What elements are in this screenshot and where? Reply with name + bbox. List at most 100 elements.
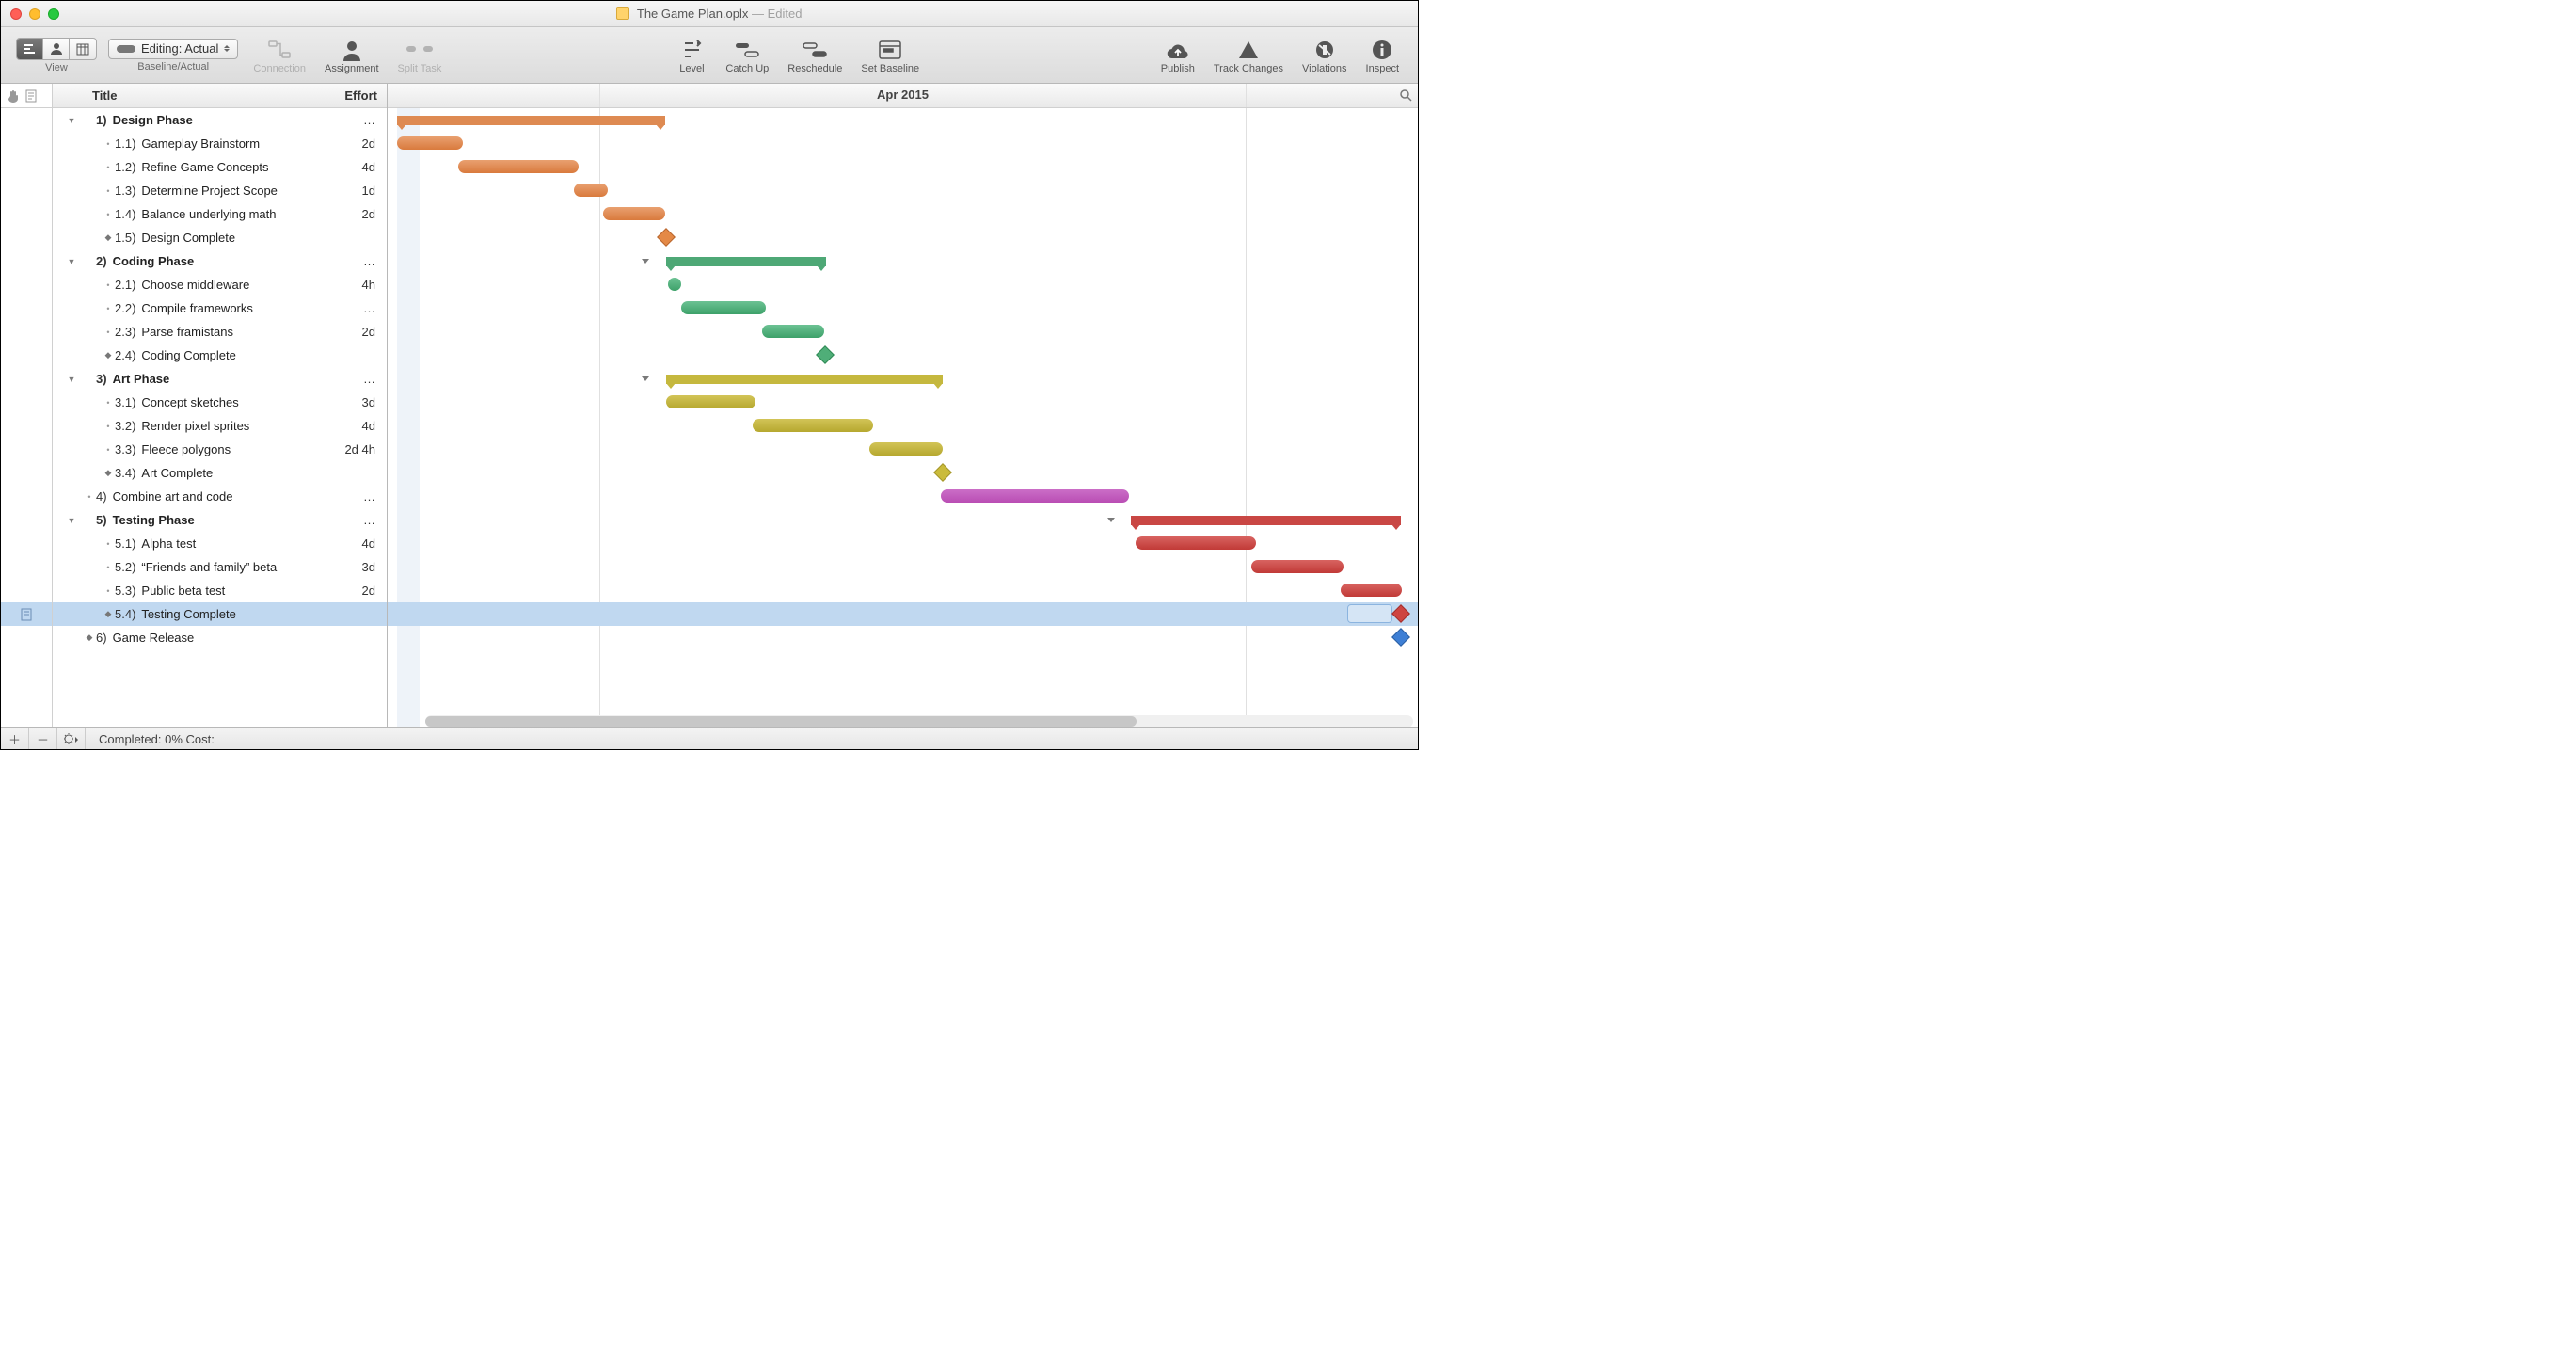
outline-row[interactable]: •2.2)Compile frameworks… [53, 296, 387, 320]
outline-row[interactable]: ▼5)Testing Phase… [53, 508, 387, 532]
row-title[interactable]: Parse framistans [141, 325, 330, 339]
row-effort[interactable]: … [330, 489, 387, 504]
row-title[interactable]: Game Release [113, 631, 330, 645]
row-effort[interactable]: … [330, 301, 387, 315]
outline-row[interactable]: ▼1)Design Phase… [53, 108, 387, 132]
row-effort[interactable]: 2d [330, 136, 387, 151]
connection-button[interactable]: Connection [253, 37, 306, 74]
task-dot[interactable] [668, 278, 681, 291]
outline-row[interactable]: •5.3)Public beta test2d [53, 579, 387, 602]
add-button[interactable]: ＋ [1, 728, 29, 749]
row-effort[interactable]: … [330, 513, 387, 527]
task-bar[interactable] [762, 325, 824, 338]
row-title[interactable]: Testing Phase [113, 513, 330, 527]
note-icon[interactable] [21, 608, 32, 621]
outline-row[interactable]: •3.3)Fleece polygons2d 4h [53, 438, 387, 461]
outline-row[interactable]: ▼2)Coding Phase… [53, 249, 387, 273]
outline-row[interactable]: •1.3)Determine Project Scope1d [53, 179, 387, 202]
row-title[interactable]: Art Complete [141, 466, 330, 480]
remove-button[interactable]: － [29, 728, 57, 749]
reschedule-button[interactable]: Reschedule [787, 37, 842, 74]
row-effort[interactable]: 4d [330, 536, 387, 551]
disclosure-triangle-icon[interactable]: ▼ [60, 116, 83, 125]
gantt-row[interactable] [388, 249, 1418, 273]
task-bar[interactable] [1251, 560, 1344, 573]
view-gantt-icon[interactable] [17, 39, 43, 59]
row-title[interactable]: Design Complete [141, 231, 330, 245]
minimize-icon[interactable] [29, 8, 40, 20]
task-bar[interactable] [681, 301, 766, 314]
row-title[interactable]: Concept sketches [141, 395, 330, 409]
summary-bar[interactable] [397, 116, 665, 125]
row-title[interactable]: Alpha test [141, 536, 330, 551]
zoom-icon[interactable] [1399, 88, 1412, 102]
task-bar[interactable] [941, 489, 1129, 503]
outline-row[interactable]: ◆6)Game Release [53, 626, 387, 649]
scrollbar-thumb[interactable] [425, 716, 1137, 727]
row-effort[interactable]: 3d [330, 395, 387, 409]
outline-row[interactable]: ◆3.4)Art Complete [53, 461, 387, 485]
gantt-horizontal-scrollbar[interactable] [425, 715, 1413, 727]
row-title[interactable]: Gameplay Brainstorm [141, 136, 330, 151]
outline-row[interactable]: •1.1)Gameplay Brainstorm2d [53, 132, 387, 155]
row-effort[interactable]: 4d [330, 419, 387, 433]
task-bar[interactable] [1341, 584, 1402, 597]
task-bar[interactable] [574, 184, 608, 197]
publish-button[interactable]: Publish [1161, 37, 1195, 74]
summary-disclosure-icon[interactable] [1107, 518, 1115, 522]
row-title[interactable]: Combine art and code [113, 489, 330, 504]
gantt-timescale[interactable]: Apr 2015 [388, 84, 1418, 108]
header-effort[interactable]: Effort [340, 88, 387, 103]
row-effort[interactable]: 4h [330, 278, 387, 292]
summary-bar[interactable] [666, 257, 826, 266]
gantt-row[interactable] [388, 202, 1418, 226]
row-title[interactable]: Refine Game Concepts [141, 160, 330, 174]
gantt-row[interactable] [388, 414, 1418, 438]
gantt-row[interactable] [388, 179, 1418, 202]
summary-disclosure-icon[interactable] [642, 376, 649, 381]
gantt-row[interactable] [388, 132, 1418, 155]
baseline-dropdown[interactable]: Editing: Actual [108, 39, 238, 59]
row-effort[interactable]: 3d [330, 560, 387, 574]
outline-row[interactable]: •1.2)Refine Game Concepts4d [53, 155, 387, 179]
outline-row[interactable]: •4)Combine art and code… [53, 485, 387, 508]
task-bar[interactable] [1136, 536, 1256, 550]
gantt-row[interactable] [388, 296, 1418, 320]
split-task-button[interactable]: Split Task [398, 37, 442, 74]
task-bar[interactable] [603, 207, 665, 220]
row-title[interactable]: Determine Project Scope [141, 184, 330, 198]
gantt-row[interactable] [388, 579, 1418, 602]
row-title[interactable]: Testing Complete [141, 607, 330, 621]
assignment-button[interactable]: Assignment [325, 37, 378, 74]
violations-button[interactable]: Violations [1302, 37, 1347, 74]
row-title[interactable]: Balance underlying math [141, 207, 330, 221]
inspect-button[interactable]: Inspect [1366, 37, 1399, 74]
gantt-row[interactable] [388, 485, 1418, 508]
actions-menu[interactable] [57, 728, 86, 749]
task-bar[interactable] [397, 136, 463, 150]
row-title[interactable]: Compile frameworks [141, 301, 330, 315]
gantt-row[interactable] [388, 461, 1418, 485]
row-title[interactable]: Coding Complete [141, 348, 330, 362]
row-effort[interactable]: 2d [330, 325, 387, 339]
row-effort[interactable]: 2d 4h [330, 442, 387, 456]
row-effort[interactable]: … [330, 254, 387, 268]
outline-row[interactable]: •1.4)Balance underlying math2d [53, 202, 387, 226]
gantt-row[interactable] [388, 226, 1418, 249]
row-title[interactable]: Fleece polygons [141, 442, 330, 456]
note-icon[interactable] [25, 89, 37, 103]
disclosure-triangle-icon[interactable]: ▼ [60, 375, 83, 384]
row-title[interactable]: Design Phase [113, 113, 330, 127]
outline-row[interactable]: •3.2)Render pixel sprites4d [53, 414, 387, 438]
row-title[interactable]: “Friends and family” beta [141, 560, 330, 574]
row-effort[interactable]: 4d [330, 160, 387, 174]
view-resource-icon[interactable] [43, 39, 70, 59]
task-bar[interactable] [458, 160, 579, 173]
outline-row[interactable]: •2.1)Choose middleware4h [53, 273, 387, 296]
row-effort[interactable]: 2d [330, 584, 387, 598]
maximize-icon[interactable] [48, 8, 59, 20]
hand-icon[interactable] [7, 89, 20, 103]
level-button[interactable]: Level [676, 37, 707, 74]
task-bar[interactable] [753, 419, 873, 432]
row-effort[interactable]: … [330, 113, 387, 127]
